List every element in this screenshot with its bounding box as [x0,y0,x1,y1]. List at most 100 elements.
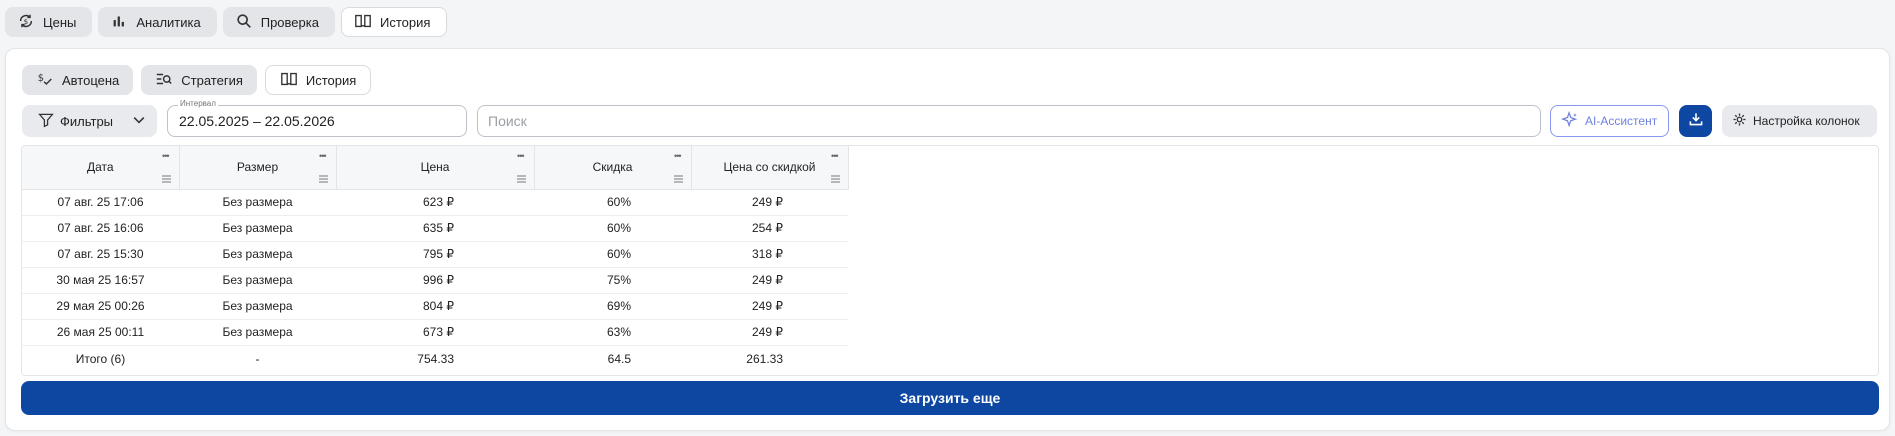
cell-date: 26 мая 25 00:11 [22,319,179,346]
cell-discount: 75% [534,267,691,294]
column-header-price[interactable]: Цена ••• [336,146,535,190]
cell-discount: 60% [534,189,691,216]
total-label: Итого (6) [75,351,126,366]
cell-price: 673 ₽ [336,319,534,346]
header-label: Цена [420,160,450,175]
bar-chart-icon [110,12,128,33]
cell-date: 30 мая 25 16:57 [22,267,179,294]
chevron-down-icon [131,112,147,131]
load-more-button[interactable]: Загрузить еще [21,381,1879,415]
column-sort-icon[interactable] [161,175,171,183]
column-menu-icon[interactable]: ••• [674,151,682,161]
table-row[interactable]: 07 авг. 25 15:30 Без размера 795 ₽ 60% 3… [22,241,848,268]
sparkle-icon [1560,110,1579,132]
total-discounted-price: 261.33 [746,351,783,366]
cell-discount: 60% [534,241,691,268]
total-discount: 64.5 [607,351,631,366]
column-settings-label: Настройка колонок [1753,114,1860,128]
tab-analytics[interactable]: Аналитика [98,7,217,37]
cell-size: Без размера [179,267,336,294]
header-label: Скидка [592,160,633,175]
table-row[interactable]: 07 авг. 25 17:06 Без размера 623 ₽ 60% 2… [22,189,848,216]
cell-date: 07 авг. 25 16:06 [22,215,179,242]
cell-discount: 60% [534,215,691,242]
interval-field[interactable]: Интервал 22.05.2025 – 22.05.2026 [167,99,467,137]
cell-size: Без размера [179,293,336,320]
cell-discounted-price: 249 ₽ [691,293,848,320]
cell-size: Без размера [179,189,336,216]
interval-value: 22.05.2025 – 22.05.2026 [179,113,335,129]
column-sort-icon[interactable] [673,175,683,183]
column-menu-icon[interactable]: ••• [517,151,525,161]
subtab-label: История [305,72,357,88]
ai-assistant-button[interactable]: AI-Ассистент [1550,105,1669,137]
cell-discounted-price: 249 ₽ [691,267,848,294]
subtab-label: Стратегия [181,72,243,88]
table-row[interactable]: 26 мая 25 00:11 Без размера 673 ₽ 63% 24… [22,319,848,346]
tab-label: Цены [43,14,77,30]
book-icon [354,12,372,33]
subtab-history[interactable]: История [264,65,372,95]
download-button[interactable] [1679,105,1712,137]
tab-history[interactable]: История [340,7,448,37]
cell-price: 635 ₽ [336,215,534,242]
header-label: Дата [86,160,114,175]
main-panel: $ Автоцена Стратегия История Фильтры Инт… [5,48,1890,431]
column-header-discount[interactable]: Скидка ••• [534,146,692,190]
subtab-strategy[interactable]: Стратегия [141,65,257,95]
header-label: Размер [236,160,279,175]
search-input[interactable]: Поиск [477,105,1541,137]
cell-price: 795 ₽ [336,241,534,268]
column-sort-icon[interactable] [318,175,328,183]
cell-price: 804 ₽ [336,293,534,320]
filters-button[interactable]: Фильтры [22,105,157,137]
column-menu-icon[interactable]: ••• [319,151,327,161]
filter-icon [38,112,54,131]
subtab-autoprice[interactable]: $ Автоцена [22,65,134,95]
subtab-label: Автоцена [62,72,120,88]
top-tabs: $ Цены Аналитика Проверка История [5,7,448,37]
book-icon [280,70,298,91]
table-row[interactable]: 30 мая 25 16:57 Без размера 996 ₽ 75% 24… [22,267,848,294]
table-row[interactable]: 07 авг. 25 16:06 Без размера 635 ₽ 60% 2… [22,215,848,242]
column-header-size[interactable]: Размер ••• [179,146,337,190]
cell-discounted-price: 249 ₽ [691,189,848,216]
filters-label: Фильтры [60,113,114,129]
tab-prices[interactable]: $ Цены [5,7,93,37]
column-header-date[interactable]: Дата ••• [22,146,180,190]
column-menu-icon[interactable]: ••• [831,151,839,161]
download-icon [1688,111,1704,132]
cell-discount: 63% [534,319,691,346]
tab-check[interactable]: Проверка [222,7,335,37]
total-row: Итого (6) - 754.33 64.5 261.33 [22,345,848,372]
column-settings-button[interactable]: Настройка колонок [1722,105,1877,137]
price-refresh-icon: $ [17,12,35,33]
data-grid: Дата ••• Размер ••• Цена ••• Скидка ••• Цена… [21,145,1879,376]
header-row: Дата ••• Размер ••• Цена ••• Скидка ••• Цена… [22,146,849,190]
header-label: Цена со скидкой [723,160,816,175]
cell-size: Без размера [179,215,336,242]
cell-price: 623 ₽ [336,189,534,216]
table-row[interactable]: 29 мая 25 00:26 Без размера 804 ₽ 69% 24… [22,293,848,320]
cell-discount: 69% [534,293,691,320]
cell-discounted-price: 318 ₽ [691,241,848,268]
cell-price: 996 ₽ [336,267,534,294]
interval-label: Интервал [178,99,218,108]
toolbar: Фильтры Интервал 22.05.2025 – 22.05.2026… [22,99,1877,137]
cell-discounted-price: 249 ₽ [691,319,848,346]
column-header-discounted-price[interactable]: Цена со скидкой ••• [691,146,849,190]
svg-text:$: $ [38,72,44,83]
cell-size: Без размера [179,319,336,346]
tab-label: Аналитика [136,14,201,30]
sub-tabs: $ Автоцена Стратегия История [22,65,372,95]
cell-size: Без размера [179,241,336,268]
cell-date: 29 мая 25 00:26 [22,293,179,320]
tab-label: История [379,14,431,30]
history-table: Дата ••• Размер ••• Цена ••• Скидка ••• Цена… [22,146,849,372]
column-sort-icon[interactable] [516,175,526,183]
column-menu-icon[interactable]: ••• [162,151,170,161]
search-icon [235,12,253,33]
cell-date: 07 авг. 25 17:06 [22,189,179,216]
cell-date: 07 авг. 25 15:30 [22,241,179,268]
column-sort-icon[interactable] [830,175,840,183]
